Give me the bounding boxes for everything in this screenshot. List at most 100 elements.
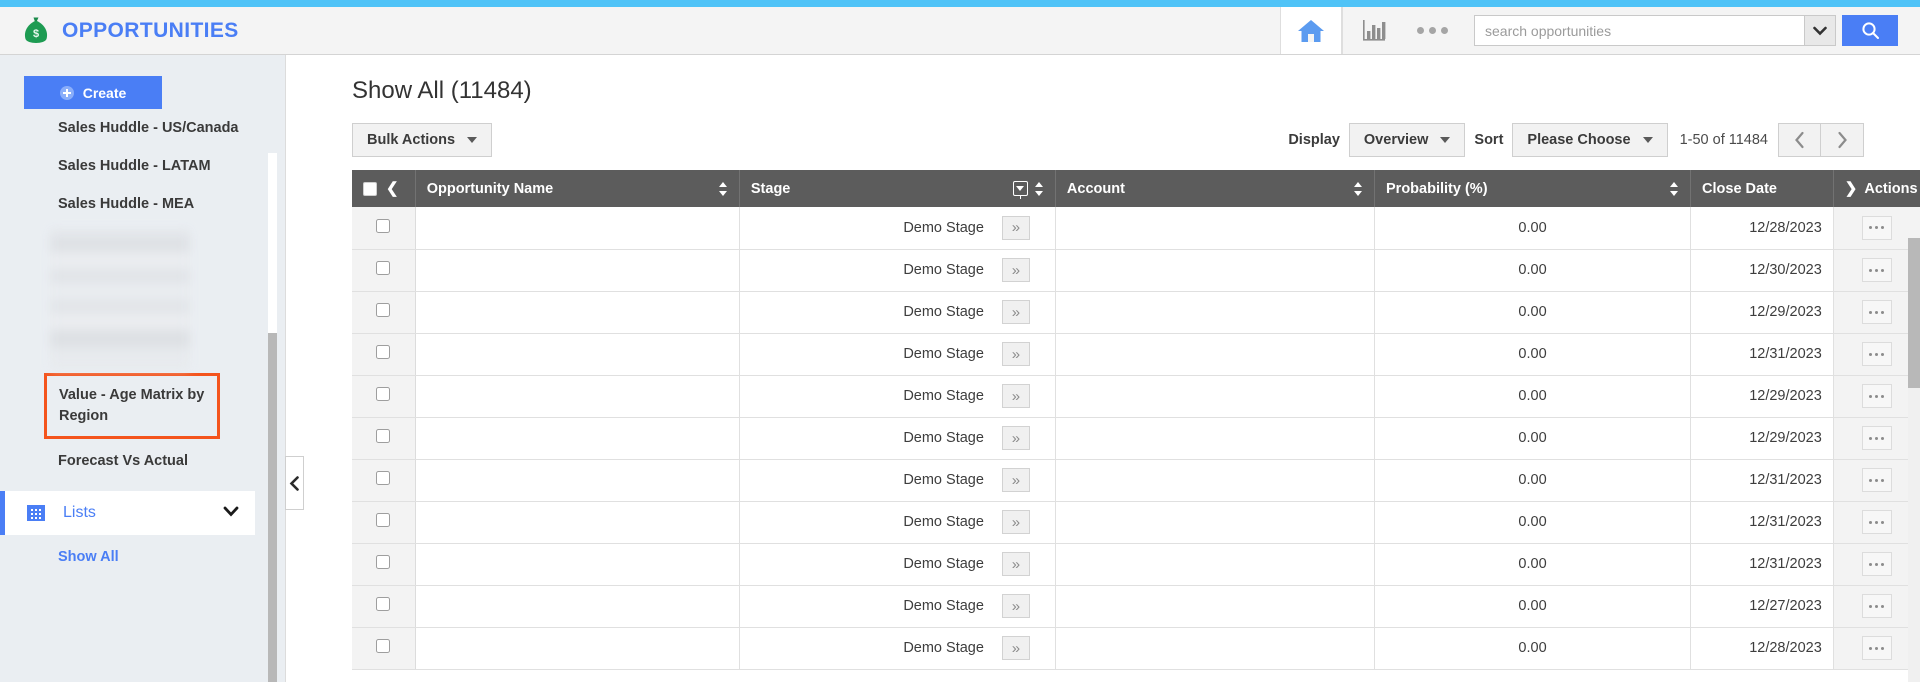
column-header-probability[interactable]: Probability (%) (1374, 170, 1692, 207)
filter-icon[interactable] (1012, 181, 1028, 199)
sidebar-collapse-handle[interactable] (285, 456, 304, 510)
cell-actions[interactable] (1833, 375, 1920, 418)
column-header-stage[interactable]: Stage (739, 170, 1056, 207)
table-row[interactable]: Demo Stage » 0.00 12/27/2023 (352, 585, 1920, 628)
table-row[interactable]: Demo Stage » 0.00 12/31/2023 (352, 459, 1920, 502)
search-scope-dropdown[interactable] (1804, 15, 1836, 46)
sidebar-item-value-age-matrix-by-region[interactable]: Value - Age Matrix by Region (44, 373, 220, 440)
main-scrollbar-thumb[interactable] (1908, 238, 1920, 388)
cell-actions[interactable] (1833, 627, 1920, 670)
double-chevron-right-icon[interactable]: » (1001, 468, 1030, 492)
double-chevron-right-icon[interactable]: » (1001, 426, 1030, 450)
table-row[interactable]: Demo Stage » 0.00 12/28/2023 (352, 207, 1920, 250)
row-checkbox[interactable] (376, 303, 391, 317)
sort-arrows-icon[interactable] (1354, 181, 1363, 197)
sidebar-item-sales-huddle-latam[interactable]: Sales Huddle - LATAM (0, 147, 285, 185)
double-chevron-right-icon[interactable]: » (1001, 594, 1030, 618)
row-checkbox[interactable] (376, 261, 391, 275)
double-chevron-right-icon[interactable]: » (1001, 300, 1030, 324)
search-button[interactable] (1842, 15, 1898, 46)
row-select-cell[interactable] (352, 585, 416, 628)
cell-actions[interactable] (1833, 291, 1920, 334)
row-checkbox[interactable] (376, 471, 391, 485)
chevron-left-icon[interactable]: ❮ (386, 181, 399, 196)
double-chevron-right-icon[interactable]: » (1001, 258, 1030, 282)
double-chevron-right-icon[interactable]: » (1001, 552, 1030, 576)
display-select[interactable]: Overview (1348, 123, 1466, 157)
cell-actions[interactable] (1833, 501, 1920, 544)
cell-actions[interactable] (1833, 459, 1920, 502)
row-actions-ellipsis-icon[interactable] (1861, 510, 1892, 534)
sort-arrows-icon[interactable] (718, 181, 728, 197)
table-row[interactable]: Demo Stage » 0.00 12/31/2023 (352, 501, 1920, 544)
cell-actions[interactable] (1833, 333, 1920, 376)
next-page-button[interactable] (1821, 123, 1864, 157)
row-actions-ellipsis-icon[interactable] (1861, 384, 1892, 408)
row-actions-ellipsis-icon[interactable] (1861, 342, 1892, 366)
cell-actions[interactable] (1833, 543, 1920, 586)
table-row[interactable]: Demo Stage » 0.00 12/31/2023 (352, 543, 1920, 586)
row-checkbox[interactable] (376, 513, 391, 527)
table-row[interactable]: Demo Stage » 0.00 12/29/2023 (352, 291, 1920, 334)
row-actions-ellipsis-icon[interactable] (1861, 426, 1892, 450)
row-select-cell[interactable] (352, 207, 416, 250)
bulk-actions-button[interactable]: Bulk Actions (352, 123, 493, 157)
table-row[interactable]: Demo Stage » 0.00 12/28/2023 (352, 627, 1920, 670)
table-row[interactable]: Demo Stage » 0.00 12/29/2023 (352, 375, 1920, 418)
sort-select[interactable]: Please Choose (1512, 123, 1668, 157)
sort-arrows-icon[interactable] (1670, 181, 1679, 197)
double-chevron-right-icon[interactable]: » (1001, 342, 1030, 366)
row-checkbox[interactable] (376, 639, 391, 653)
row-checkbox[interactable] (376, 597, 391, 611)
row-select-cell[interactable] (352, 501, 416, 544)
chevron-down-icon[interactable] (223, 504, 239, 522)
double-chevron-right-icon[interactable]: » (1001, 384, 1030, 408)
sidebar-item-sales-huddle-mea[interactable]: Sales Huddle - MEA (0, 185, 285, 223)
row-actions-ellipsis-icon[interactable] (1861, 300, 1892, 324)
row-checkbox[interactable] (376, 218, 391, 233)
row-checkbox[interactable] (376, 555, 391, 569)
prev-page-button[interactable] (1778, 123, 1821, 157)
row-select-cell[interactable] (352, 459, 416, 502)
row-select-cell[interactable] (352, 375, 416, 418)
cell-actions[interactable] (1833, 585, 1920, 628)
double-chevron-right-icon[interactable]: » (1001, 510, 1030, 534)
row-select-cell[interactable] (352, 333, 416, 376)
row-actions-ellipsis-icon[interactable] (1861, 636, 1892, 660)
column-header-opportunity-name[interactable]: Opportunity Name (415, 170, 740, 207)
row-actions-ellipsis-icon[interactable] (1861, 594, 1892, 618)
row-select-cell[interactable] (352, 249, 416, 292)
table-row[interactable]: Demo Stage » 0.00 12/31/2023 (352, 333, 1920, 376)
sidebar-item-show-all[interactable]: Show All (0, 535, 285, 579)
cell-actions[interactable] (1833, 417, 1920, 460)
row-select-cell[interactable] (352, 291, 416, 334)
row-checkbox[interactable] (376, 345, 391, 359)
search-input[interactable] (1474, 15, 1804, 46)
row-actions-ellipsis-icon[interactable] (1861, 468, 1892, 492)
row-select-cell[interactable] (352, 543, 416, 586)
double-chevron-right-icon[interactable]: » (1001, 636, 1030, 660)
select-all-checkbox[interactable] (363, 181, 377, 196)
table-row[interactable]: Demo Stage » 0.00 12/29/2023 (352, 417, 1920, 460)
row-actions-ellipsis-icon[interactable] (1861, 258, 1892, 282)
column-header-close-date[interactable]: Close Date (1690, 170, 1834, 207)
column-header-account[interactable]: Account (1055, 170, 1376, 207)
chevron-right-icon[interactable]: ❯ (1845, 181, 1858, 196)
cell-actions[interactable] (1833, 249, 1920, 292)
row-checkbox[interactable] (376, 387, 391, 401)
sidebar-item-forecast-vs-actual[interactable]: Forecast Vs Actual (0, 439, 285, 483)
ellipsis-icon[interactable] (1404, 7, 1460, 54)
create-button[interactable]: Create (24, 76, 162, 109)
table-row[interactable]: Demo Stage » 0.00 12/30/2023 (352, 249, 1920, 292)
row-select-cell[interactable] (352, 627, 416, 670)
column-header-actions[interactable]: ❯ Actions (1833, 170, 1920, 207)
sort-arrows-icon[interactable] (1034, 181, 1044, 197)
cell-actions[interactable] (1833, 207, 1920, 250)
sidebar-section-lists[interactable]: Lists (0, 491, 255, 536)
row-checkbox[interactable] (376, 429, 391, 443)
row-select-cell[interactable] (352, 417, 416, 460)
double-chevron-right-icon[interactable]: » (1001, 215, 1030, 240)
sidebar-scrollbar-thumb[interactable] (268, 333, 277, 682)
sidebar-item-sales-huddle-us-canada[interactable]: Sales Huddle - US/Canada (0, 109, 285, 147)
bar-chart-icon[interactable] (1342, 7, 1404, 54)
